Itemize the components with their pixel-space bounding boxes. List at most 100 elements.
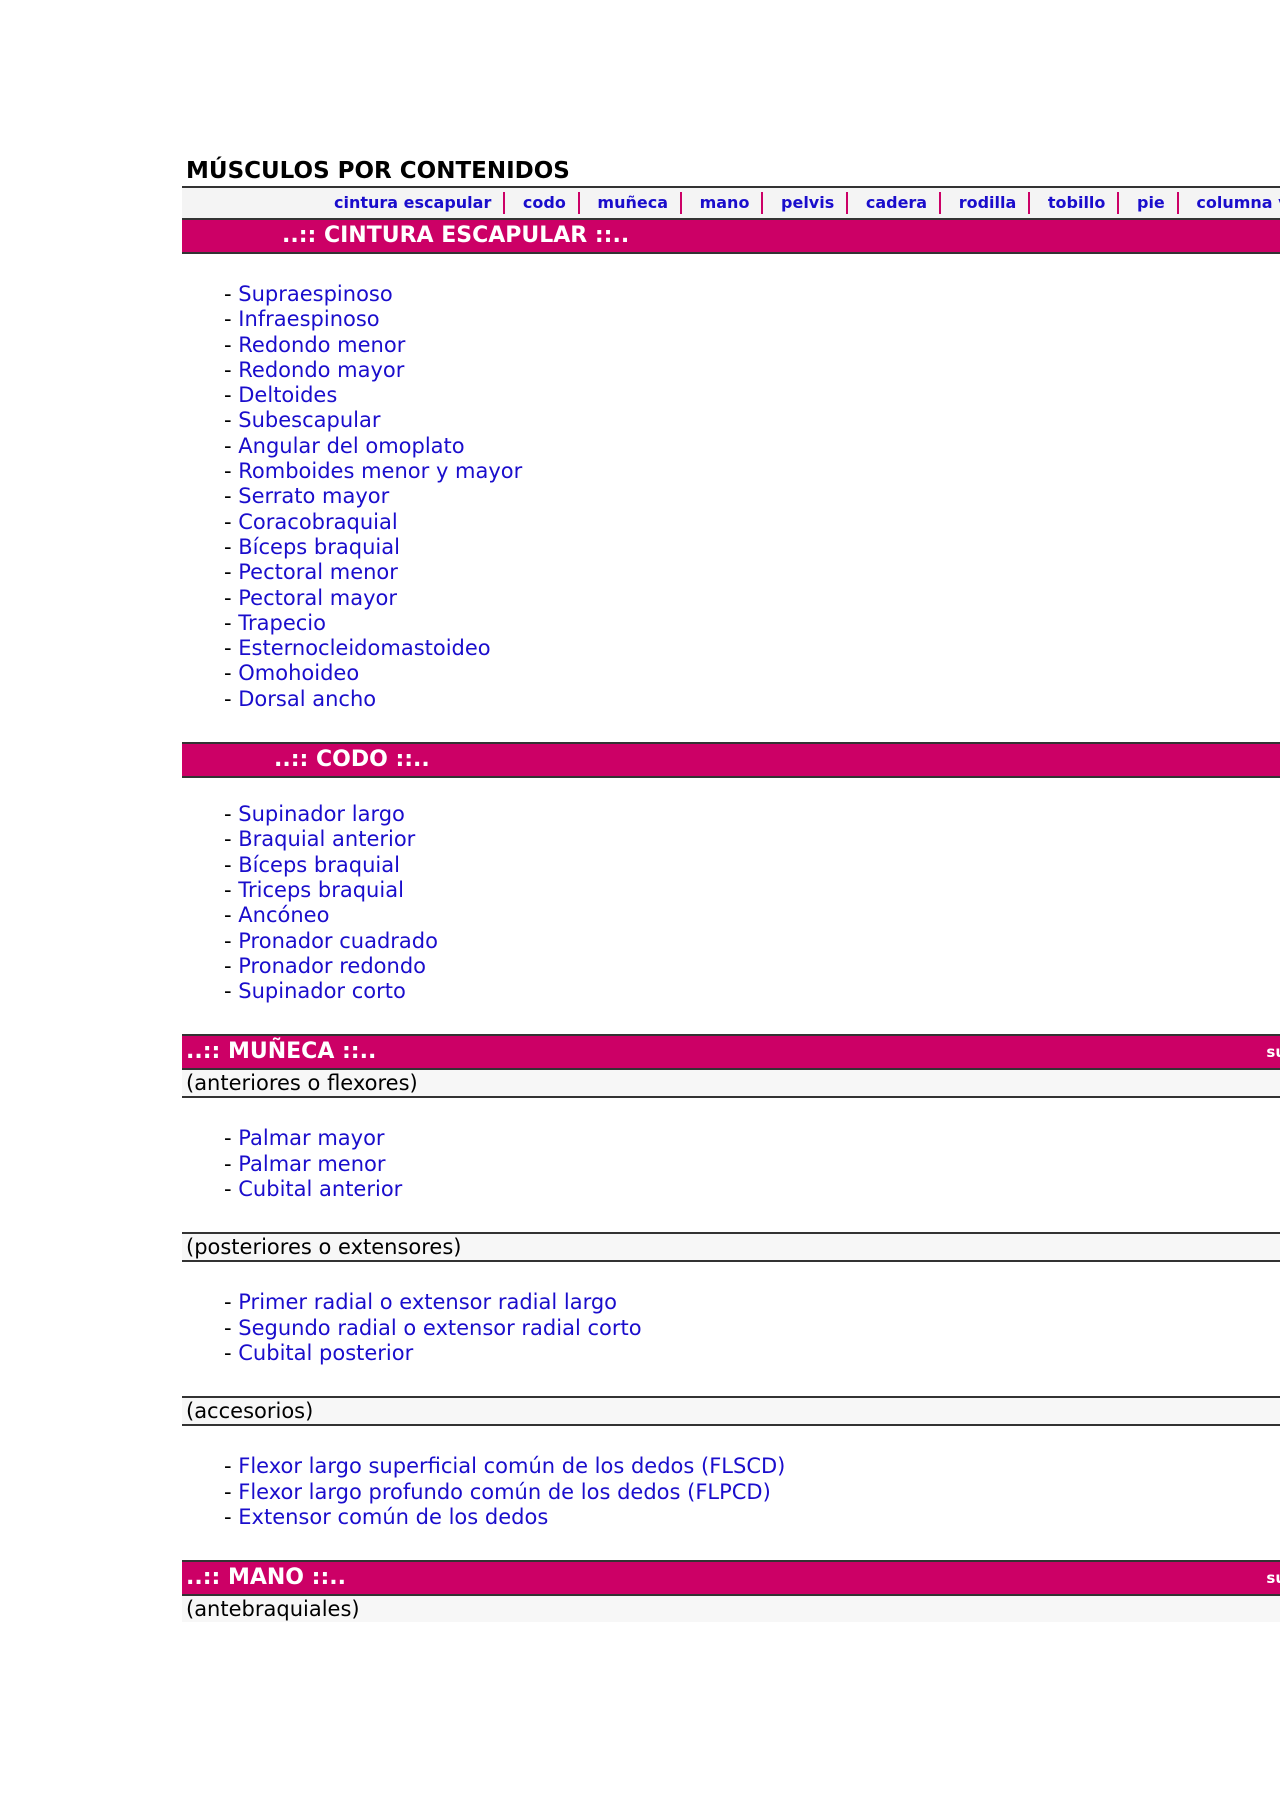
nav-separator [577, 192, 580, 214]
muscle-link[interactable]: Cubital anterior [238, 1177, 402, 1201]
muscle-link[interactable]: Supinador largo [238, 802, 405, 826]
list-item: - Redondo menor [224, 333, 1280, 358]
bullet-dash: - [224, 408, 239, 433]
bullet-dash: - [224, 1151, 239, 1176]
nav-separator [939, 192, 942, 214]
list-item: - Supinador corto [224, 979, 1280, 1004]
bullet-dash: - [224, 636, 239, 661]
list-muneca-accesorios: - Flexor largo superficial común de los … [182, 1454, 1280, 1530]
muscle-link[interactable]: Palmar mayor [238, 1126, 384, 1150]
list-item: - Pronador redondo [224, 954, 1280, 979]
nav-link-muneca[interactable]: muñeca [585, 193, 680, 212]
bullet-dash: - [224, 661, 239, 686]
muscle-link[interactable]: Triceps braquial [238, 878, 404, 902]
muscle-link[interactable]: Romboides menor y mayor [238, 459, 522, 483]
muscle-link[interactable]: Redondo menor [238, 333, 405, 357]
muscle-link[interactable]: Supraespinoso [238, 282, 392, 306]
list-item: - Pronador cuadrado [224, 929, 1280, 954]
bullet-dash: - [224, 852, 239, 877]
muscle-link[interactable]: Angular del omoplato [238, 434, 464, 458]
bullet-dash: - [224, 433, 239, 458]
bullet-dash: - [224, 928, 239, 953]
bullet-dash: - [224, 979, 239, 1004]
list-item: - Angular del omoplato [224, 434, 1280, 459]
list-item: - Subescapular [224, 408, 1280, 433]
muscle-link[interactable]: Deltoides [238, 383, 337, 407]
section-header-codo: ..:: CODO ::.. [182, 742, 1280, 779]
muscle-link[interactable]: Cubital posterior [238, 1341, 413, 1365]
subsection-label: (accesorios) [182, 1396, 1280, 1427]
list-item: - Coracobraquial [224, 510, 1280, 535]
muscle-link[interactable]: Pectoral mayor [238, 586, 397, 610]
bullet-dash: - [224, 1340, 239, 1365]
section-right-link[interactable]: su [1266, 1562, 1280, 1594]
muscle-link[interactable]: Trapecio [238, 611, 326, 635]
bullet-dash: - [224, 282, 239, 306]
nav-link-codo[interactable]: codo [511, 193, 578, 212]
list-item: - Palmar mayor [224, 1126, 1280, 1151]
list-item: - Cubital posterior [224, 1341, 1280, 1366]
muscle-link[interactable]: Dorsal ancho [238, 687, 376, 711]
muscle-link[interactable]: Subescapular [238, 408, 380, 432]
nav-link-cadera[interactable]: cadera [854, 193, 939, 212]
nav-link-pie[interactable]: pie [1125, 193, 1177, 212]
muscle-link[interactable]: Flexor largo profundo común de los dedos… [238, 1480, 771, 1504]
nav-separator [761, 192, 764, 214]
muscle-link[interactable]: Infraespinoso [238, 307, 379, 331]
section-header-cintura-escapular: ..:: CINTURA ESCAPULAR ::.. [182, 218, 1280, 254]
page-content: MÚSCULOS POR CONTENIDOS cintura escapula… [182, 156, 1280, 1623]
list-item: - Ancóneo [224, 903, 1280, 928]
bullet-dash: - [224, 459, 239, 484]
muscle-link[interactable]: Pronador cuadrado [238, 929, 438, 953]
muscle-link[interactable]: Redondo mayor [238, 358, 404, 382]
nav-link-pelvis[interactable]: pelvis [769, 193, 846, 212]
nav-link-cintura-escapular[interactable]: cintura escapular [334, 193, 503, 212]
section-title: ..:: MUÑECA ::.. [186, 1039, 377, 1065]
muscle-link[interactable]: Omohoideo [238, 661, 359, 685]
bullet-dash: - [224, 903, 239, 928]
bullet-dash: - [224, 332, 239, 357]
muscle-link[interactable]: Ancóneo [238, 903, 329, 927]
section-title: ..:: CODO ::.. [274, 747, 430, 773]
muscle-link[interactable]: Esternocleidomastoideo [238, 636, 490, 660]
muscle-link[interactable]: Extensor común de los dedos [238, 1505, 548, 1529]
bullet-dash: - [224, 686, 239, 711]
bullet-dash: - [224, 1177, 239, 1202]
list-item: - Deltoides [224, 383, 1280, 408]
section-title: ..:: CINTURA ESCAPULAR ::.. [282, 223, 630, 248]
list-item: - Trapecio [224, 611, 1280, 636]
muscle-link[interactable]: Coracobraquial [238, 510, 397, 534]
muscle-link[interactable]: Flexor largo superficial común de los de… [238, 1454, 785, 1478]
list-item: - Bíceps braquial [224, 535, 1280, 560]
muscle-link[interactable]: Braquial anterior [238, 827, 415, 851]
nav-separator [503, 192, 506, 214]
muscle-link[interactable]: Segundo radial o extensor radial corto [238, 1316, 641, 1340]
section-header-mano: ..:: MANO ::.. su [182, 1560, 1280, 1597]
muscle-link[interactable]: Pectoral menor [238, 560, 398, 584]
muscle-link[interactable]: Bíceps braquial [238, 535, 400, 559]
muscle-link[interactable]: Bíceps braquial [238, 853, 400, 877]
nav-link-tobillo[interactable]: tobillo [1036, 193, 1118, 212]
list-item: - Infraespinoso [224, 307, 1280, 332]
nav-link-rodilla[interactable]: rodilla [947, 193, 1029, 212]
bullet-dash: - [224, 585, 239, 610]
subsection-label: (posteriores o extensores) [182, 1232, 1280, 1263]
list-item: - Supraespinoso [224, 282, 1280, 307]
section-header-muneca: ..:: MUÑECA ::.. su [182, 1034, 1280, 1071]
bullet-dash: - [224, 802, 239, 827]
bullet-dash: - [224, 534, 239, 559]
list-item: - Pectoral mayor [224, 586, 1280, 611]
nav-link-columna[interactable]: columna ve [1184, 193, 1280, 212]
bullet-dash: - [224, 827, 239, 852]
muscle-link[interactable]: Palmar menor [238, 1152, 385, 1176]
muscle-link[interactable]: Pronador redondo [238, 954, 426, 978]
muscle-link[interactable]: Supinador corto [238, 979, 406, 1003]
muscle-link[interactable]: Primer radial o extensor radial largo [238, 1290, 617, 1314]
muscle-link[interactable]: Serrato mayor [238, 484, 389, 508]
nav-link-mano[interactable]: mano [688, 193, 762, 212]
nav-links: cintura escapular codo muñeca mano pelvi… [334, 192, 1280, 214]
list-item: - Cubital anterior [224, 1177, 1280, 1202]
section-right-link[interactable]: su [1266, 1036, 1280, 1068]
list-item: - Palmar menor [224, 1152, 1280, 1177]
list-item: - Supinador largo [224, 802, 1280, 827]
